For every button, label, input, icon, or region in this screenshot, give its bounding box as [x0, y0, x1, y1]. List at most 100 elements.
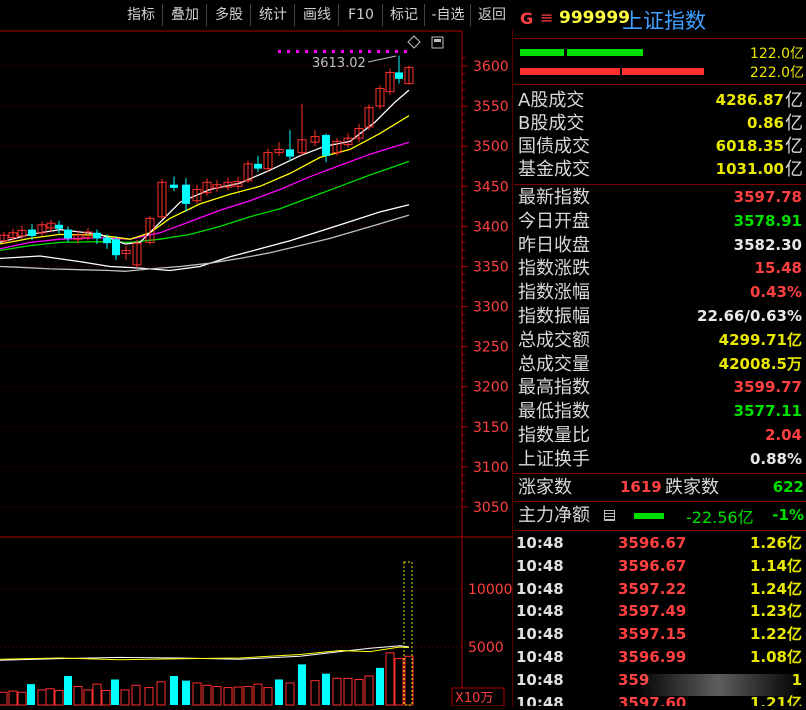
- toolbar-back-button[interactable]: 返回: [472, 3, 512, 27]
- advancers-count: 1619: [620, 478, 662, 496]
- toolbar-add-watchlist-button[interactable]: -自选: [426, 3, 470, 27]
- resistance-dotted-line: [305, 50, 308, 53]
- toolbar-multi-stock-button[interactable]: 多股: [208, 3, 250, 27]
- stat-label: 最高指数: [518, 377, 590, 399]
- stat-value: 2.04: [764, 426, 802, 444]
- toolbar-statistics-button[interactable]: 统计: [252, 3, 294, 27]
- stat-value: 3582.30: [733, 235, 802, 254]
- volume-bar-up: [385, 652, 395, 706]
- stat-label: 指数振幅: [518, 306, 590, 327]
- advancers-label: 涨家数: [518, 477, 572, 498]
- tick-time: 10:48: [516, 556, 564, 575]
- tick-price: 3596.99: [618, 648, 687, 666]
- kline-chart[interactable]: 3600 3550 3500 3450 3400 3350 3300 3250 3200 3150…: [0, 0, 514, 707]
- main-flow-label: 主力净额: [518, 505, 590, 526]
- stat-row: 最低指数 3577.11: [514, 400, 806, 423]
- stat-label: 指数涨跌: [518, 258, 590, 280]
- resistance-dotted-line: [287, 50, 290, 53]
- index-stats-block: 最新指数 3597.78 今日开盘 3578.91 昨日收盘 3582.30 指数涨跌 15.…: [514, 185, 806, 474]
- volume-bar-up: [263, 687, 273, 706]
- resistance-dotted-line: [359, 50, 362, 53]
- toolbar-indicator-button[interactable]: 指标: [120, 3, 162, 27]
- price-axis-label: 3450: [473, 179, 509, 195]
- tick-amount: 1.23亿: [749, 602, 802, 621]
- candle-body-down: [395, 72, 403, 79]
- volume-axis-label: 10000: [468, 582, 513, 598]
- toolbar-divider: [206, 4, 207, 26]
- inflow-bar-segment: [520, 49, 564, 56]
- turnover-value: 1031.00: [715, 160, 784, 178]
- volume-axis-label: 5000: [468, 640, 504, 656]
- volume-bar-down: [27, 684, 35, 705]
- ma120-line: [0, 214, 410, 272]
- quote-header: G ≡ 999999 上证指数: [514, 0, 806, 39]
- resistance-dotted-line: [314, 50, 317, 53]
- price-axis-label: 3200: [473, 380, 509, 396]
- tick-price: 3597.49: [618, 602, 687, 621]
- resistance-dotted-line: [368, 50, 371, 53]
- toolbar-mark-button[interactable]: 标记: [384, 3, 424, 27]
- volume-bar-up: [285, 682, 295, 706]
- tick-price: 3597.22: [618, 579, 687, 598]
- volume-bar-up: [101, 690, 111, 706]
- candle-body-down: [112, 239, 120, 256]
- main-flow-bar: [634, 513, 664, 519]
- price-axis-label: 3100: [473, 460, 509, 476]
- toolbar-divider: [338, 4, 339, 26]
- toolbar-draw-line-button[interactable]: 画线: [296, 3, 338, 27]
- inflow-bar-value: 122.0亿: [749, 46, 804, 62]
- volume-bar-up: [120, 689, 130, 706]
- menu-icon[interactable]: ≡: [540, 8, 553, 27]
- turnover-row-a-share: A股成交 4286.87 亿: [514, 89, 806, 112]
- volume-bar-up: [243, 685, 253, 706]
- volume-bar-down: [322, 673, 330, 705]
- resistance-dotted-line: [332, 50, 335, 53]
- tick-price: 3596.67: [618, 556, 687, 575]
- quote-panel: G ≡ 999999 上证指数 122.0亿 222.0亿 A股成交 4286.…: [514, 0, 806, 706]
- stock-name: 上证指数: [622, 9, 706, 33]
- volume-bar-up: [354, 678, 364, 706]
- stat-row: 今日开盘 3578.91: [514, 210, 806, 233]
- resistance-dotted-line: [404, 50, 407, 53]
- stock-badge: G: [520, 9, 534, 28]
- tick-time: 10:48: [516, 693, 564, 706]
- volume-bar-up: [394, 658, 404, 706]
- decliners-label: 跌家数: [665, 477, 719, 498]
- stat-label: 最新指数: [518, 187, 590, 208]
- volume-bar-up: [73, 685, 83, 706]
- turnover-label: B股成交: [518, 113, 585, 134]
- stat-value: 3577.11: [733, 402, 802, 421]
- kline-chart-area[interactable]: 3600 3550 3500 3450 3400 3350 3300 3250 3200 3150…: [0, 0, 514, 707]
- stat-row: 指数振幅 22.66/0.63%: [514, 305, 806, 328]
- price-axis-label: 3150: [473, 420, 509, 436]
- stat-value: 4299.71亿: [718, 330, 802, 349]
- stat-label: 指数量比: [518, 425, 590, 446]
- turnover-block: A股成交 4286.87 亿 B股成交 0.86 亿 国债成交 6018.35 …: [514, 88, 806, 185]
- tick-row: 10:48 3597.22 1.24亿: [514, 578, 806, 600]
- toolbar-overlay-button[interactable]: 叠加: [164, 3, 206, 27]
- candle-body-down: [254, 163, 262, 169]
- toolbar-divider: [382, 4, 383, 26]
- toolbar-divider: [424, 4, 425, 26]
- turnover-unit: 亿: [785, 159, 803, 180]
- window-toggle-icon: [431, 36, 444, 49]
- price-axis-label: 3350: [473, 259, 509, 275]
- volume-unit-label: X10万: [455, 691, 493, 706]
- peak-price-label: 3613.02: [312, 56, 366, 71]
- price-axis-label: 3250: [473, 340, 509, 356]
- resistance-dotted-line: [350, 50, 353, 53]
- tick-row: 10:48 3597.49 1.23亿: [514, 600, 806, 622]
- ma30-line: [0, 160, 410, 252]
- tick-amount: 1.08亿: [749, 648, 802, 666]
- volume-bar-down: [64, 676, 72, 705]
- volume-bar-up: [364, 675, 374, 706]
- stat-row: 上证换手 0.88%: [514, 448, 806, 471]
- stat-label: 今日开盘: [518, 210, 590, 232]
- tick-time: 10:48: [516, 579, 564, 598]
- stat-value: 15.48: [754, 259, 802, 278]
- resistance-dotted-line: [296, 50, 299, 53]
- toolbar-f10-button[interactable]: F10: [340, 3, 382, 27]
- tick-time: 10:48: [516, 602, 564, 621]
- list-icon[interactable]: [604, 510, 615, 521]
- toolbar-divider: [162, 4, 163, 26]
